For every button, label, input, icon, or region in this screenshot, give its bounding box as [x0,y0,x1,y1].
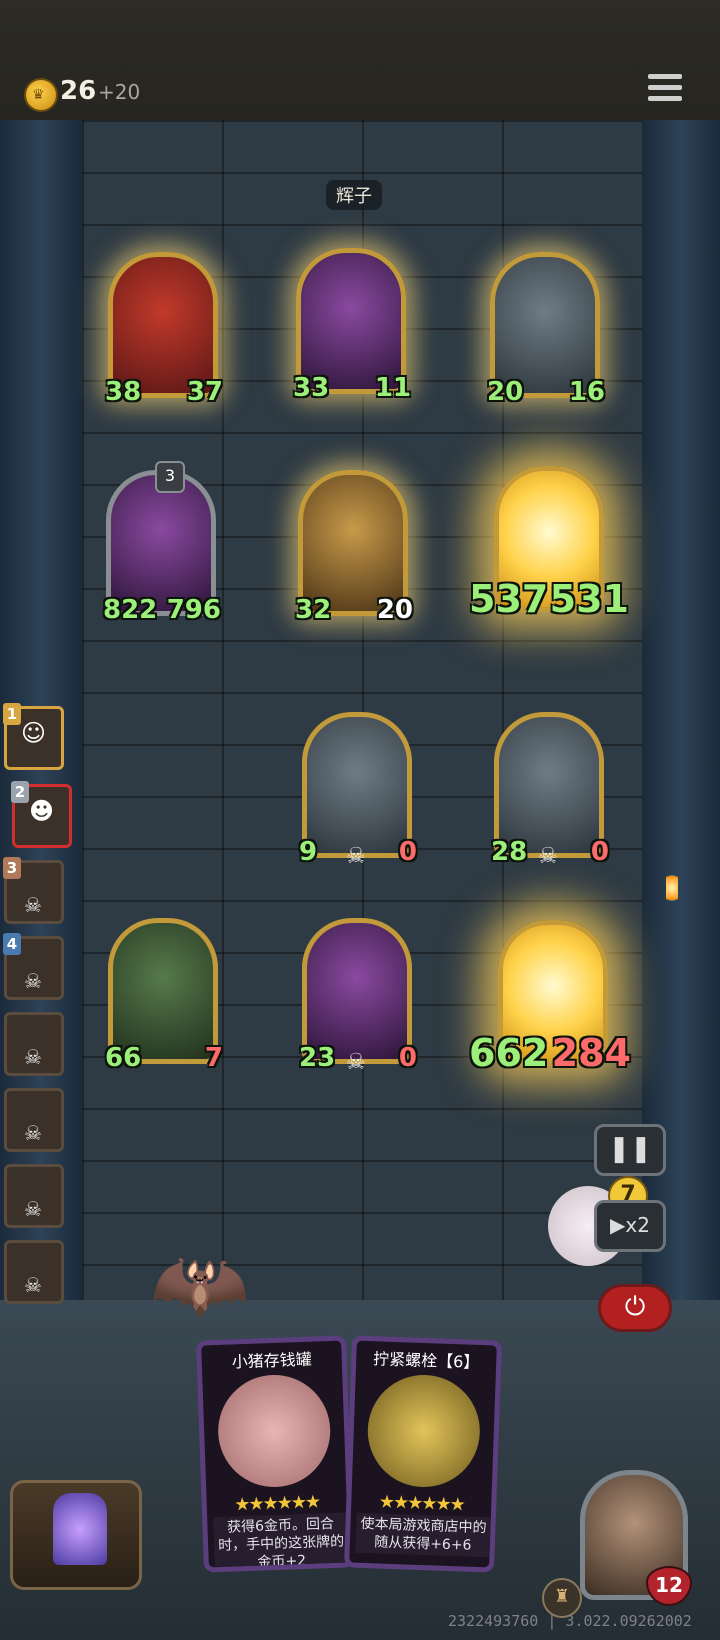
queue-number: 1 [3,703,21,725]
board-minion[interactable]: 662 284 [469,920,631,1075]
hand-card-title: 小猪存钱罐 [231,1349,313,1372]
skull-icon: ☠ [24,1045,42,1069]
gold-count: 26 [60,76,97,106]
hero-portrait-icon: ☻ [29,797,55,825]
board-minion[interactable]: 66 7 [105,918,223,1073]
hand-card-description: 获得6金币。回合时，手中的这张牌的金币+2 [213,1512,350,1573]
minion-attack: 66 [105,1043,142,1073]
minion-attack: 38 [105,377,142,407]
queue-hero[interactable]: 1 ☺ [3,703,64,770]
minion-health: 0 [590,837,609,867]
skull-icon: ☠ [24,893,42,917]
minion-attack: 28 [491,837,528,867]
minion-health: 796 [166,595,221,625]
crystal-icon [53,1493,107,1565]
speed-toggle-button[interactable]: ▶x2 [594,1200,666,1252]
minion-health: 11 [374,373,411,403]
minion-health: 0 [398,837,417,867]
bat-ornament-icon: 🦇 [150,1238,250,1331]
skull-icon: ☠ [24,969,42,993]
skull-icon: ☠ [346,1050,366,1075]
queue-number: 2 [11,781,29,803]
minion-health: 37 [186,377,223,407]
minion-attack: 9 [299,837,318,867]
hand-card-title: 拧紧螺栓【6】 [372,1349,480,1372]
minion-level-badge: 3 [155,461,185,493]
minion-attack: 537 [469,577,549,621]
power-button[interactable]: ⏻ [598,1284,672,1332]
gold-income: +20 [98,80,141,104]
minion-health: 531 [549,577,629,621]
board-minion-dead[interactable]: 23 ☠ 0 [299,918,417,1075]
minion-attack: 33 [293,373,330,403]
skull-icon: ☠ [346,844,366,869]
queue-hero-dead[interactable]: 3 ☠ [3,857,64,924]
board-minion-dead[interactable]: 9 ☠ 0 [299,712,417,869]
torch-icon [666,870,678,906]
skull-icon: ☠ [24,1197,42,1221]
gold-coin-icon: ♛ [24,78,58,112]
board-minion-dead[interactable]: 28 ☠ 0 [491,712,609,869]
board-minion[interactable]: 38 37 [105,252,223,407]
queue-hero-dead[interactable]: ☠ [4,1012,64,1076]
minion-health: 7 [204,1043,223,1073]
queue-hero-dead[interactable]: ☠ [4,1164,64,1228]
board-minion[interactable]: 32 20 [295,470,413,625]
queue-hero[interactable]: 2 ☻ [11,781,72,848]
pause-button[interactable]: ❚❚ [594,1124,666,1176]
piggy-bank-icon [216,1373,333,1489]
hand-card[interactable]: 拧紧螺栓【6】 ★★★★★★ 使本局游戏商店中的随从获得+6+6 [343,1335,503,1573]
hand-card[interactable]: 小猪存钱罐 ★★★★★★ 获得6金币。回合时，手中的这张牌的金币+2 [195,1335,355,1573]
minion-attack: 822 [103,595,158,625]
skull-icon: ☠ [24,1121,42,1145]
board-minion[interactable]: 33 11 [293,248,411,403]
queue-hero-dead[interactable]: ☠ [4,1240,64,1304]
queue-number: 4 [3,933,21,955]
bolt-icon [365,1373,482,1489]
minion-attack: 23 [299,1043,336,1073]
minion-health: 0 [398,1043,417,1073]
minion-attack: 20 [487,377,524,407]
queue-hero-dead[interactable]: 4 ☠ [3,933,64,1000]
build-id: 2322493760 | 3.022.09262002 [448,1612,692,1630]
minion-health: 20 [376,595,413,625]
menu-icon[interactable] [648,74,682,104]
board-minion[interactable]: 537 531 [469,466,629,621]
skull-icon: ☠ [24,1273,42,1297]
opponent-name: 辉子 [326,180,382,210]
hero-portrait-icon: ☺ [21,719,47,747]
minion-health: 16 [568,377,605,407]
minion-attack: 32 [295,595,332,625]
minion-health: 284 [551,1031,631,1075]
queue-hero-dead[interactable]: ☠ [4,1088,64,1152]
hand-card-description: 使本局游戏商店中的随从获得+6+6 [355,1512,491,1558]
queue-number: 3 [3,857,21,879]
board-minion[interactable]: 3 822 796 [103,461,221,625]
minion-attack: 662 [469,1031,549,1075]
skull-icon: ☠ [538,844,558,869]
board-minion[interactable]: 20 16 [487,252,605,407]
deck-button[interactable] [10,1480,142,1590]
